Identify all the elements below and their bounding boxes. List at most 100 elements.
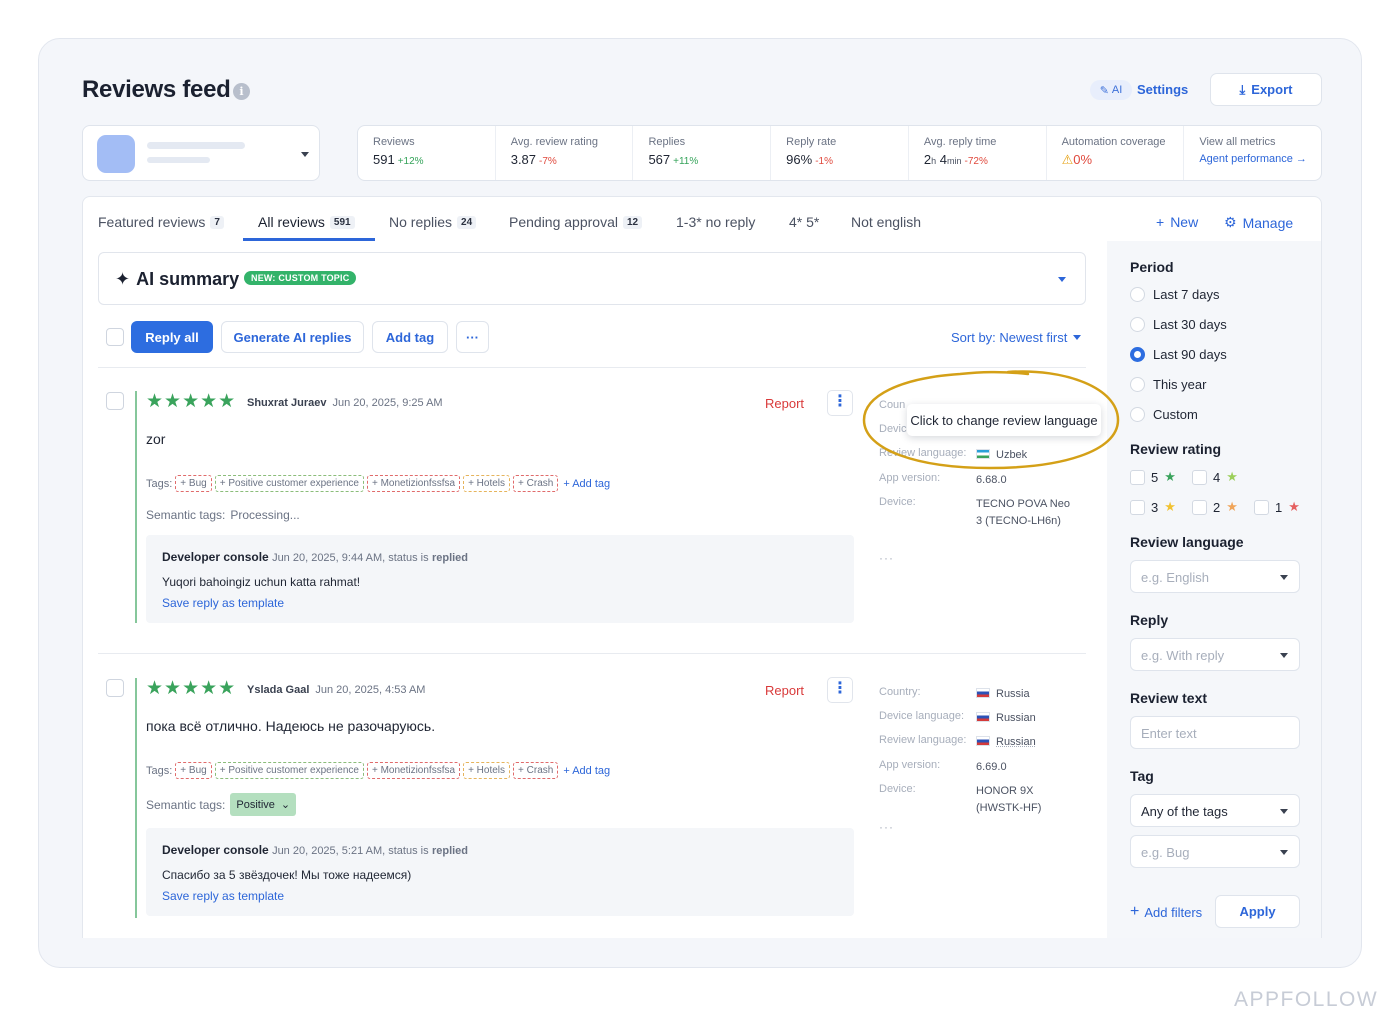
radio (1130, 377, 1145, 392)
review-menu-icon[interactable]: ⋮ (827, 677, 853, 703)
tab-featured-reviews[interactable]: Featured reviews 7 (98, 214, 224, 230)
reply-select[interactable]: e.g. With reply (1130, 638, 1300, 671)
rating-5-filter[interactable]: 5 ★ (1130, 469, 1176, 485)
tag-mode-select[interactable]: Any of the tags (1130, 794, 1300, 827)
uzbekistan-flag-icon (976, 449, 990, 459)
russia-flag-icon (976, 688, 990, 698)
period-this-year[interactable]: This year (1130, 377, 1206, 392)
save-template-link[interactable]: Save reply as template (162, 596, 284, 610)
info-icon[interactable]: i (233, 83, 250, 100)
metric-value: 96% -1% (786, 152, 833, 167)
generate-ai-replies-button[interactable]: Generate AI replies (221, 321, 364, 353)
meta-more-icon[interactable]: ··· (879, 551, 894, 565)
review-text: пока всё отлично. Надеюсь не разочаруюсь… (146, 718, 436, 734)
metric-replies[interactable]: Replies 567 +11% (633, 126, 772, 180)
tag-hotels[interactable]: + Hotels (463, 762, 511, 779)
new-tab-button[interactable]: + New (1156, 214, 1198, 230)
more-actions-button[interactable]: ··· (456, 321, 489, 353)
metric-automation[interactable]: Automation coverage ⚠0% (1047, 126, 1185, 180)
metric-label: Avg. reply time (923, 136, 997, 148)
language-select[interactable]: e.g. English (1130, 560, 1300, 593)
period-last-90-days[interactable]: Last 90 days (1130, 347, 1227, 362)
metric-value: 3.87 -7% (510, 152, 557, 167)
russia-flag-icon (976, 712, 990, 722)
star-rating: ★★★★★ (146, 678, 237, 699)
select-all-checkbox[interactable] (106, 328, 124, 346)
report-button[interactable]: Report (765, 683, 804, 698)
sort-dropdown[interactable]: Sort by: Newest first (951, 330, 1082, 345)
review-checkbox[interactable] (106, 392, 124, 410)
tags-label: Tags: (146, 764, 173, 777)
tag-positive-experience[interactable]: + Positive customer experience (214, 475, 364, 492)
tab-bar: Featured reviews 7 All reviews 591 No repl… (83, 197, 1321, 241)
meta-country-label: Coun (879, 399, 906, 411)
apply-button[interactable]: Apply (1215, 895, 1300, 928)
add-filters-button[interactable]: + Add filters (1130, 903, 1202, 921)
app-version-value: 6.68.0 (976, 474, 1007, 486)
review-language-value[interactable]: Russian (976, 734, 1076, 751)
metric-avg-rating[interactable]: Avg. review rating 3.87 -7% (496, 126, 634, 180)
settings-link[interactable]: Settings (1137, 82, 1188, 97)
tab-pending-approval[interactable]: Pending approval 12 (509, 214, 643, 230)
reply-header: Developer console Jun 20, 2025, 5:21 AM,… (162, 843, 469, 857)
period-custom[interactable]: Custom (1130, 407, 1198, 422)
meta-device-language-label: Device language: (879, 710, 965, 722)
metric-reply-time[interactable]: Avg. reply time 2h 4min -72% (909, 126, 1047, 180)
review-language-value[interactable]: Uzbek (976, 447, 1076, 464)
save-template-link[interactable]: Save reply as template (162, 889, 284, 903)
reply-title: Reply (1130, 612, 1169, 628)
tag-bug[interactable]: + Bug (175, 475, 212, 492)
rating-3-filter[interactable]: 3 ★ (1130, 499, 1176, 515)
review-text-input[interactable]: Enter text (1130, 716, 1300, 749)
period-last-7-days[interactable]: Last 7 days (1130, 287, 1220, 302)
export-button[interactable]: ⤓ Export (1210, 73, 1322, 106)
tag-monetization[interactable]: + Monetizionfssfsa (366, 475, 461, 492)
review-menu-icon[interactable]: ⋮ (827, 390, 853, 416)
review-tags: Tags: + Bug + Positive customer experien… (146, 762, 610, 779)
semantic-tag-dropdown[interactable]: Positive ⌄ (230, 793, 297, 816)
sparkle-icon: ✎ (1099, 84, 1109, 97)
appfollow-watermark: APPFOLLOW (1234, 988, 1379, 1011)
metric-reply-rate[interactable]: Reply rate 96% -1% (771, 126, 909, 180)
tag-crash[interactable]: + Crash (513, 475, 559, 492)
tab-all-reviews[interactable]: All reviews 591 (258, 214, 355, 230)
metric-label: Automation coverage (1061, 136, 1166, 148)
meta-more-icon[interactable]: ··· (879, 820, 894, 834)
tag-select[interactable]: e.g. Bug (1130, 835, 1300, 868)
chevron-down-icon[interactable] (1058, 277, 1066, 282)
tag-monetization[interactable]: + Monetizionfssfsa (366, 762, 461, 779)
add-tag-link[interactable]: + Add tag (563, 765, 610, 777)
reply-header: Developer console Jun 20, 2025, 9:44 AM,… (162, 550, 469, 564)
review-checkbox[interactable] (106, 679, 124, 697)
metric-view-all[interactable]: View all metrics Agent performance → (1184, 126, 1321, 180)
tag-bug[interactable]: + Bug (175, 762, 212, 779)
agent-performance-link[interactable]: Agent performance → (1199, 153, 1321, 165)
add-tag-link[interactable]: + Add tag (563, 478, 610, 490)
tag-crash[interactable]: + Crash (513, 762, 559, 779)
rating-1-filter[interactable]: 1 ★ (1254, 499, 1300, 515)
star-icon: ★ (1226, 469, 1238, 484)
metric-reviews[interactable]: Reviews 591 +12% (358, 126, 496, 180)
chevron-down-icon (1073, 335, 1082, 340)
ai-settings-badge[interactable]: ✎ AI (1090, 80, 1132, 100)
report-button[interactable]: Report (765, 396, 804, 411)
reply-all-button[interactable]: Reply all (131, 321, 213, 353)
chevron-down-icon (1280, 809, 1288, 814)
bulk-toolbar: Reply all Generate AI replies Add tag ··… (98, 321, 1088, 353)
tag-positive-experience[interactable]: + Positive customer experience (214, 762, 364, 779)
tab-1-3-no-reply[interactable]: 1-3* no reply (676, 214, 755, 230)
add-tag-button[interactable]: Add tag (372, 321, 448, 353)
export-label: Export (1251, 82, 1293, 97)
rating-4-filter[interactable]: 4 ★ (1192, 469, 1238, 485)
metric-value: 2h 4min -72% (923, 152, 988, 167)
main-panel: Featured reviews 7 All reviews 591 No repl… (82, 196, 1322, 938)
ai-summary-panel[interactable]: ✦ AI summary NEW: CUSTOM TOPIC (98, 252, 1086, 305)
tab-not-english[interactable]: Not english (851, 214, 921, 230)
tab-4-5[interactable]: 4* 5* (789, 214, 819, 230)
rating-2-filter[interactable]: 2 ★ (1192, 499, 1238, 515)
manage-tabs-button[interactable]: ⚙ Manage (1224, 214, 1293, 231)
tag-hotels[interactable]: + Hotels (463, 475, 511, 492)
period-last-30-days[interactable]: Last 30 days (1130, 317, 1227, 332)
app-selector[interactable] (82, 125, 320, 181)
tab-no-replies[interactable]: No replies 24 (389, 214, 477, 230)
